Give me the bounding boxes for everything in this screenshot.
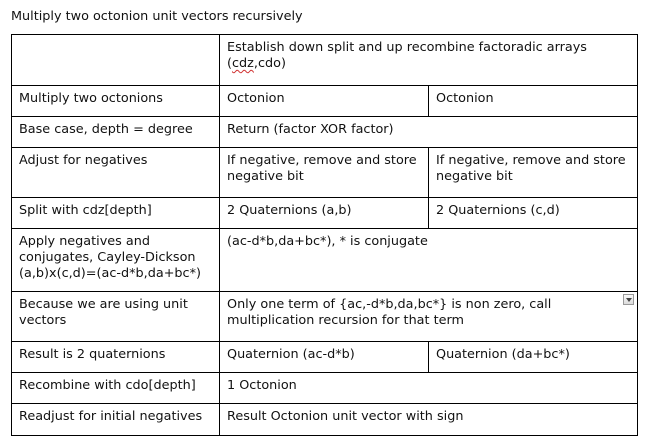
row-cell: If negative, remove and store negative b… [219,147,429,198]
row-cell: 1 Octonion [218,372,639,404]
octonion-table: Establish down split and up recombine fa… [11,34,639,436]
row-cell: Only one term of {ac,-d*b,da,bc*} is non… [218,291,639,342]
table-row: Base case, depth = degree Return (factor… [11,116,639,148]
row-cell: Return (factor XOR factor) [218,116,639,148]
row-cell: Result Octonion unit vector with sign [218,403,639,436]
row-cell: Quaternion (da+bc*) [427,341,639,373]
table-row: Result is 2 quaternions Quaternion (ac-d… [11,341,639,373]
table-row: Multiply two octonions Octonion Octonion [11,85,639,117]
row-cell: If negative, remove and store negative b… [427,147,639,198]
table-row: Because we are using unit vectors Only o… [11,291,639,342]
table-row: Adjust for negatives If negative, remove… [11,147,639,198]
row-label: Recombine with cdo[depth] [11,372,220,404]
row-label: Readjust for initial negatives [11,403,220,436]
header-text-misspelled: cdz [232,56,254,71]
row-label: Base case, depth = degree [11,116,220,148]
header-empty-cell [11,34,220,86]
row-cell-text: Only one term of {ac,-d*b,da,bc*} is non… [227,297,552,328]
table-row: Split with cdz[depth] 2 Quaternions (a,b… [11,197,639,229]
dropdown-arrow-icon[interactable] [623,294,635,305]
row-label: Apply negatives and conjugates, Cayley-D… [11,228,220,292]
row-cell: Quaternion (ac-d*b) [219,341,429,373]
table-row: Readjust for initial negatives Result Oc… [11,403,639,436]
row-label: Because we are using unit vectors [11,291,220,342]
row-label: Split with cdz[depth] [11,197,220,229]
row-label: Adjust for negatives [11,147,220,198]
row-cell: 2 Quaternions (c,d) [427,197,639,229]
document-title: Multiply two octonion unit vectors recur… [11,9,303,24]
row-label: Multiply two octonions [11,85,220,117]
row-cell: Octonion [427,85,639,117]
row-cell: (ac-d*b,da+bc*), * is conjugate [218,228,639,292]
header-text-suffix: ,cdo) [253,56,286,71]
table-row: Recombine with cdo[depth] 1 Octonion [11,372,639,404]
header-cell: Establish down split and up recombine fa… [218,34,639,86]
row-label: Result is 2 quaternions [11,341,220,373]
table-header-row: Establish down split and up recombine fa… [11,34,639,86]
table-row: Apply negatives and conjugates, Cayley-D… [11,228,639,292]
row-cell: 2 Quaternions (a,b) [219,197,429,229]
row-cell: Octonion [219,85,429,117]
